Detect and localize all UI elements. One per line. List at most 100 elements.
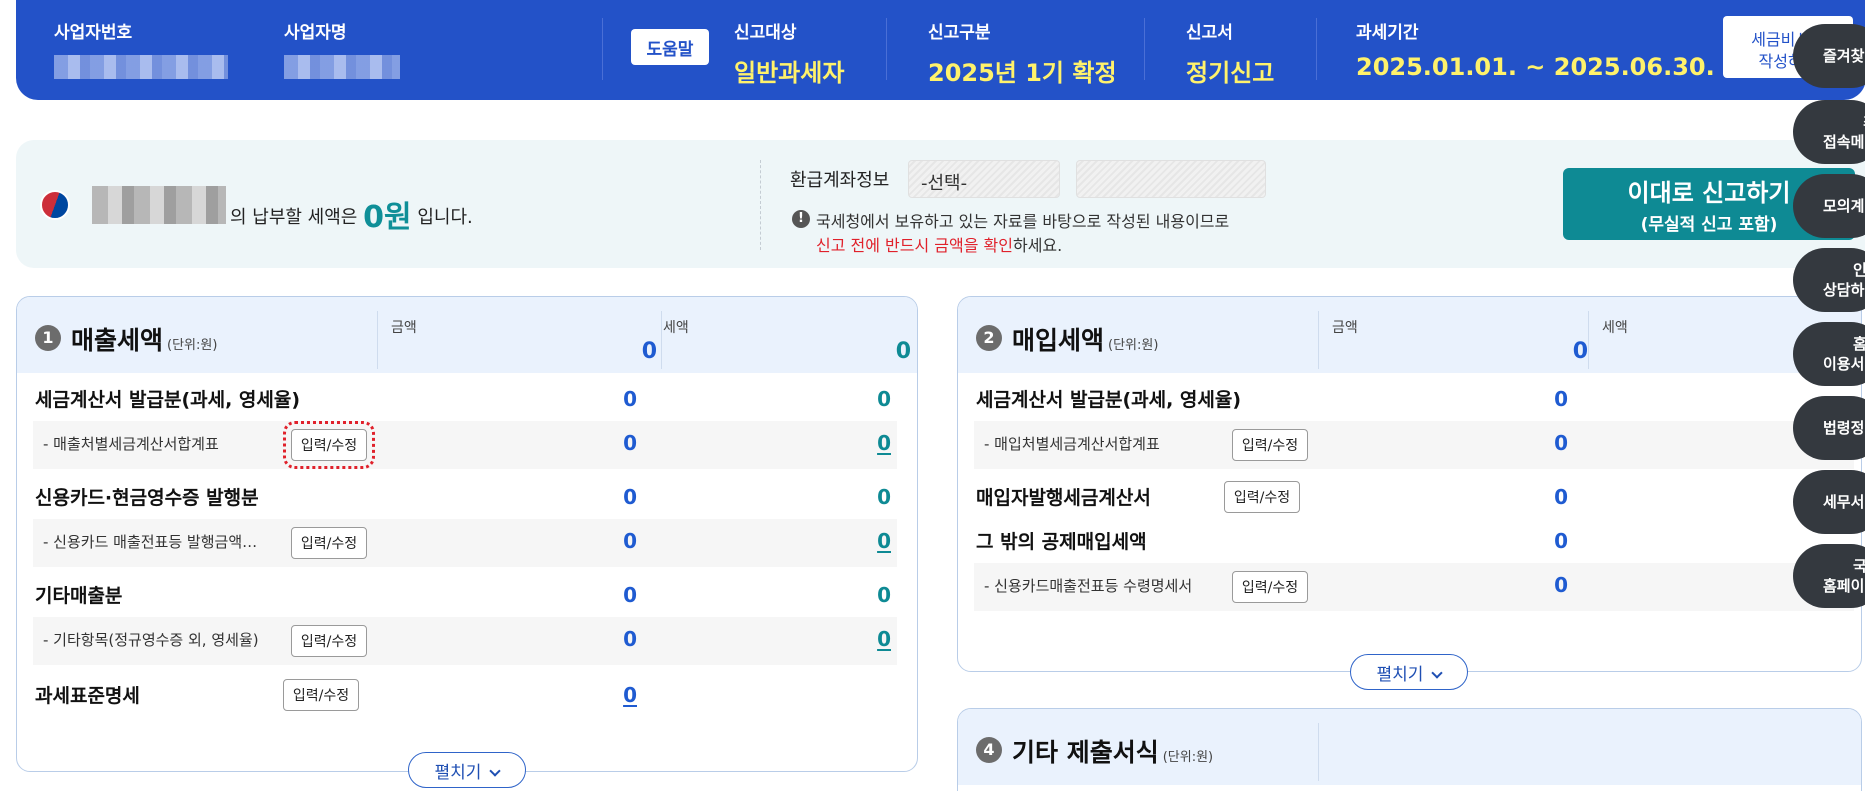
expand-button[interactable]: 펼치기 (1350, 654, 1468, 690)
edit-button[interactable]: 입력/수정 (283, 679, 359, 711)
expand-button[interactable]: 펼치기 (408, 752, 526, 788)
section-title: 기타 제출서식 (단위:원) (1012, 733, 1213, 769)
row-amount: 0 (1554, 387, 1568, 411)
row-label: - 신용카드매출전표등 수령명세서 (984, 577, 1193, 595)
row-amount: 0 (623, 387, 637, 411)
tax-col-label: 세액 (663, 320, 689, 336)
side-menu-hometax-guide[interactable]: 홈택이용서 (1793, 322, 1865, 386)
side-menu-label-2: 상담하 (1823, 281, 1865, 299)
total-amount: 0 (641, 339, 657, 364)
row-amount: 0 (1554, 529, 1568, 553)
row-amount: 0 (1554, 431, 1568, 455)
tax-col-label: 세액 (1602, 320, 1628, 336)
section-title: 매출세액 (단위:원) (71, 321, 217, 357)
sales-tax-header: 1 매출세액 (단위:원) 금액 0 세액 0 (17, 297, 917, 373)
row-tax: 0 (877, 387, 891, 411)
period-block: 과세기간 2025.01.01. ~ 2025.06.30. (1356, 18, 1715, 81)
side-menu-tax-office[interactable]: 세무서 (1793, 470, 1865, 534)
edit-button[interactable]: 입력/수정 (1232, 571, 1308, 603)
help-button[interactable]: 도움말 (631, 29, 709, 65)
divider (886, 18, 887, 80)
target-block: 신고대상 일반과세자 (734, 18, 844, 88)
row-tax-link[interactable]: 0 (791, 627, 891, 651)
edit-button[interactable]: 입력/수정 (291, 625, 367, 657)
side-menu-label: 홈택 (1853, 335, 1865, 353)
edit-button[interactable]: 입력/수정 (291, 527, 367, 559)
refund-account-label: 환급계좌정보 (790, 170, 890, 191)
payment-prefix: 의 납부할 세액은 (230, 207, 358, 228)
side-menu-label-2: 이용서 (1823, 355, 1865, 373)
side-menu-law-info[interactable]: 법령정 (1793, 396, 1865, 460)
section-number: 1 (35, 325, 61, 351)
section-number: 4 (976, 737, 1002, 763)
refund-account-input[interactable] (1076, 160, 1266, 198)
purchase-title: 매입세액 (1012, 326, 1105, 355)
form-label: 신고서 (1186, 23, 1233, 43)
edit-button[interactable]: 입력/수정 (1232, 429, 1308, 461)
divider (1588, 311, 1589, 369)
divider (1318, 311, 1319, 369)
side-menu-label: 최 (1823, 112, 1865, 132)
side-menu-label: 법령정 (1823, 419, 1865, 437)
biz-no-value-redacted (54, 55, 228, 79)
row-tax-link[interactable]: 0 (791, 431, 891, 455)
notice-text-2: 신고 전에 반드시 금액을 확인하세요. (816, 232, 1062, 256)
side-menu-label: 즐겨찾 (1823, 47, 1865, 65)
edit-button[interactable]: 입력/수정 (1224, 481, 1300, 513)
biz-no-block: 사업자번호 (54, 18, 228, 83)
side-menu-nts-homepage[interactable]: 국세홈페이 (1793, 544, 1865, 608)
total-tax: 0 (895, 339, 911, 364)
row-label: 기타매출분 (35, 585, 123, 607)
biz-no-label: 사업자번호 (54, 23, 133, 43)
side-menu-simulation[interactable]: 모의계 (1793, 174, 1865, 238)
notice-tail: 하세요. (1012, 236, 1063, 255)
notice-text: 국세청에서 보유하고 있는 자료를 바탕으로 작성된 내용이므로 (816, 212, 1230, 231)
sales-tax-panel: 1 매출세액 (단위:원) 금액 0 세액 0 세금계산서 발급분(과세, 영세율… (16, 296, 918, 772)
side-menu-label: 국세 (1853, 557, 1865, 575)
row-amount: 0 (623, 529, 637, 553)
payment-sentence: 의 납부할 세액은 0원 입니다. (230, 192, 473, 236)
taegeuk-logo-icon (40, 190, 70, 220)
side-menu-label: 세무서 (1823, 493, 1865, 511)
row-tax: 0 (877, 583, 891, 607)
divider (661, 311, 662, 369)
expand-label: 펼치기 (434, 762, 482, 783)
biz-name-block: 사업자명 (284, 18, 400, 83)
amount-col-label: 금액 (391, 320, 417, 336)
amount-col-label: 금액 (1332, 320, 1358, 336)
row-amount: 0 (1554, 573, 1568, 597)
side-menu-recent[interactable]: 최접속메 (1793, 100, 1865, 164)
row-amount: 0 (1554, 485, 1568, 509)
row-amount: 0 (623, 431, 637, 455)
side-menu-online-consult[interactable]: 인터상담하 (1793, 248, 1865, 312)
row-tax-link[interactable]: 0 (791, 529, 891, 553)
row-amount: 0 (623, 627, 637, 651)
row-amount: 0 (623, 485, 637, 509)
sales-title: 매출세액 (71, 326, 164, 355)
divider (1318, 723, 1319, 781)
category-value: 2025년 1기 확정 (928, 59, 1117, 87)
biz-name-value-redacted (284, 55, 400, 79)
divider (1316, 18, 1317, 80)
row-amount-link[interactable]: 0 (537, 683, 637, 707)
row-label: 신용카드·현금영수증 발행분 (35, 487, 259, 509)
side-menu-label: 인터 (1853, 261, 1865, 279)
edit-button[interactable]: 입력/수정 (283, 421, 375, 469)
side-menu-favorites[interactable]: 즐겨찾 (1793, 24, 1865, 88)
side-menu-label-2: 홈페이 (1823, 577, 1865, 595)
category-label: 신고구분 (928, 23, 991, 43)
row-label: - 매출처별세금계산서합계표 (43, 435, 219, 453)
payment-summary: 의 납부할 세액은 0원 입니다. 환급계좌정보 -선택- ! 국세청에서 보유… (16, 140, 1865, 268)
payment-amount: 0원 (363, 200, 412, 235)
other-title: 기타 제출서식 (1012, 738, 1159, 767)
refund-bank-select[interactable]: -선택- (908, 160, 1060, 198)
side-menu-label-2: 접속메 (1823, 133, 1865, 151)
payment-suffix: 입니다. (417, 207, 473, 228)
target-value: 일반과세자 (734, 59, 845, 87)
biz-name-label: 사업자명 (284, 23, 347, 43)
total-amount: 0 (1572, 339, 1588, 364)
section-title: 매입세액 (단위:원) (1012, 321, 1158, 357)
divider (760, 160, 761, 250)
other-forms-panel: 4 기타 제출서식 (단위:원) (957, 708, 1862, 791)
row-amount: 0 (623, 583, 637, 607)
